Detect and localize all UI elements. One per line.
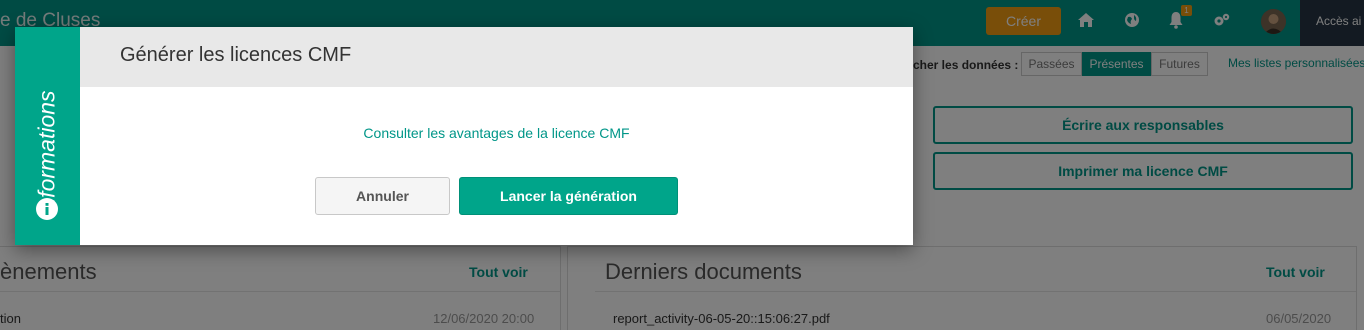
generate-license-modal: Informations Générer les licences CMF Co… [15, 27, 913, 245]
cancel-button[interactable]: Annuler [315, 177, 450, 215]
launch-generation-button[interactable]: Lancer la génération [459, 177, 678, 215]
modal-header: Générer les licences CMF [80, 27, 913, 87]
modal-title: Générer les licences CMF [120, 44, 352, 66]
info-icon [36, 198, 58, 220]
license-benefits-link[interactable]: Consulter les avantages de la licence CM… [80, 125, 913, 141]
modal-side-strip: Informations [15, 27, 80, 245]
